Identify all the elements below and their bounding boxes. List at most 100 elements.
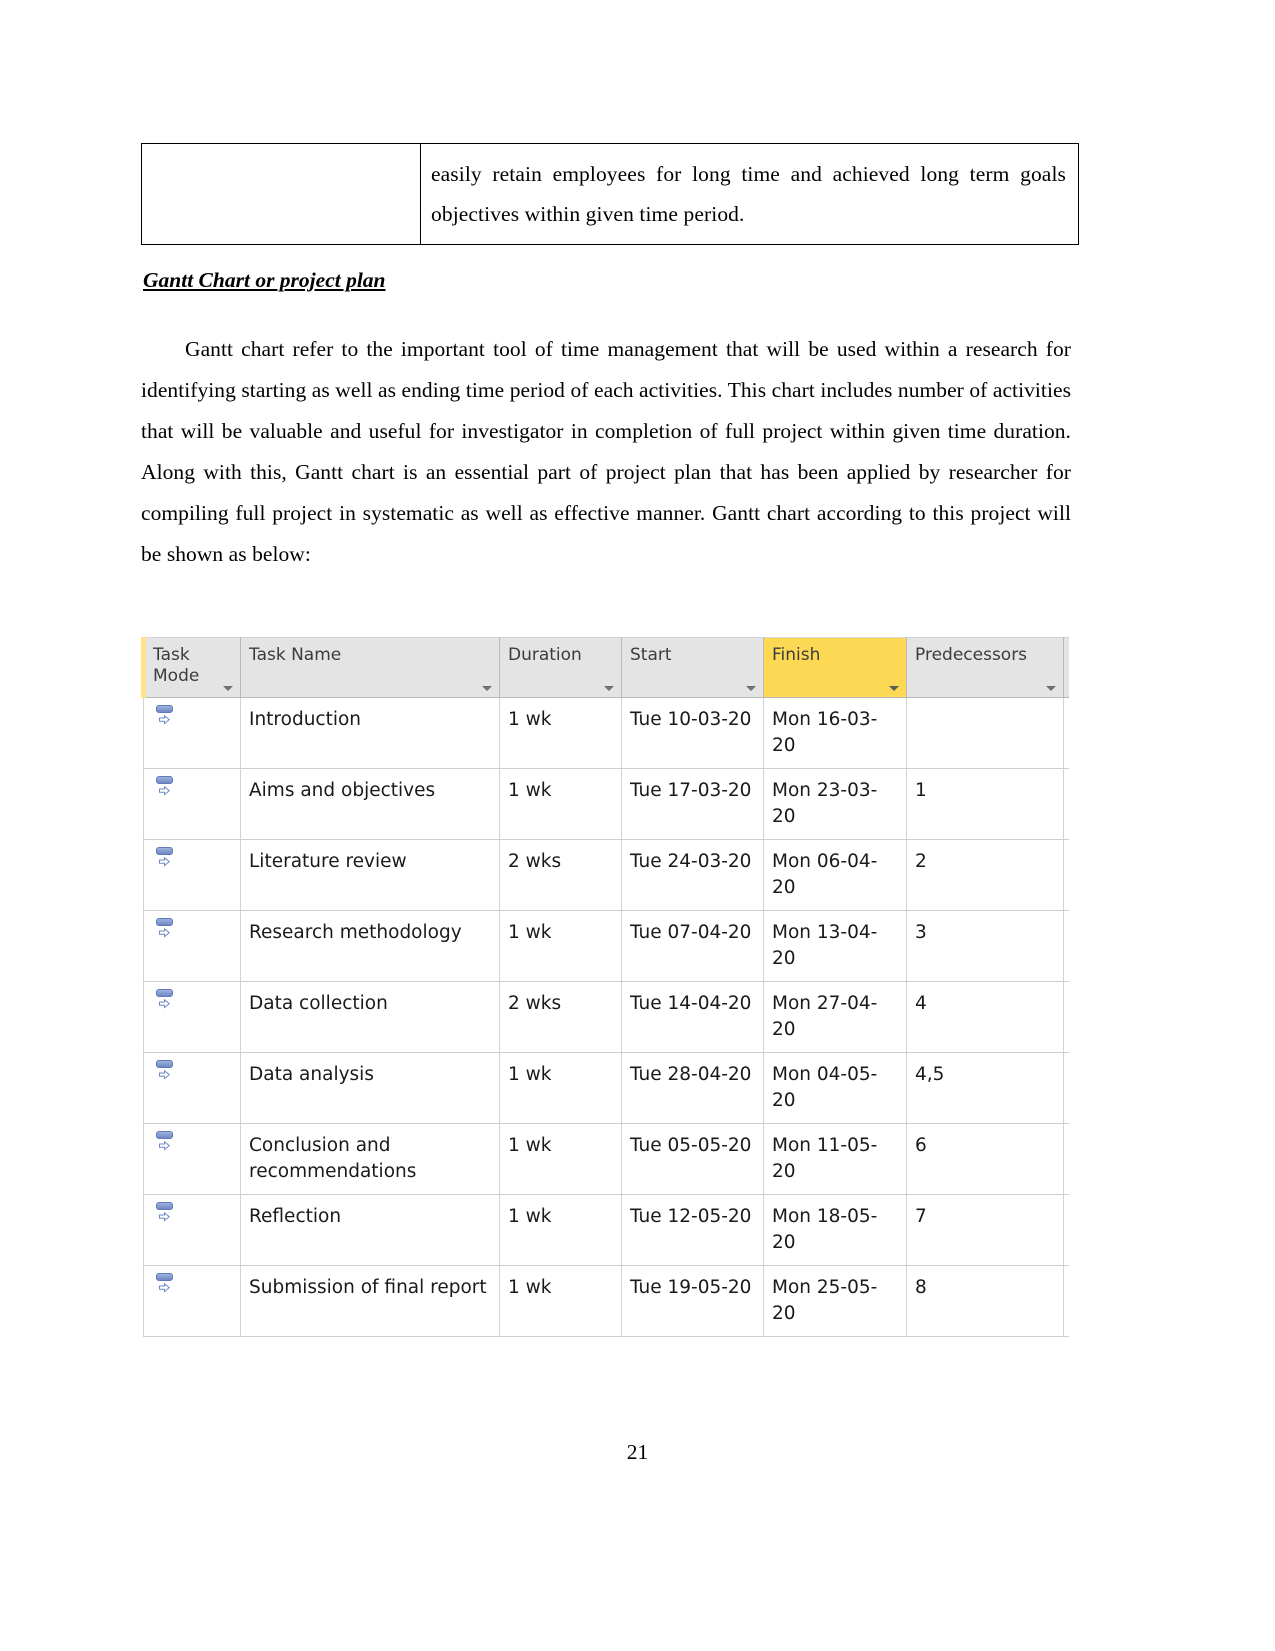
table-row[interactable]: Data analysis 1 wk Tue 28-04-20 Mon 04-05-2… (143, 1052, 1069, 1124)
cell-start[interactable]: Tue 14-04-20 (621, 981, 764, 1053)
cell-task-mode[interactable] (143, 1265, 241, 1337)
cell-clipped (1063, 1123, 1069, 1195)
cell-task-name[interactable]: Aims and objectives (240, 768, 500, 840)
column-header-task-name[interactable]: Task Name (240, 637, 500, 698)
cell-predecessors[interactable] (906, 697, 1064, 769)
auto-scheduled-icon (156, 1060, 178, 1084)
cell-task-name[interactable]: Data collection (240, 981, 500, 1053)
cell-start[interactable]: Tue 19-05-20 (621, 1265, 764, 1337)
cell-start[interactable]: Tue 24-03-20 (621, 839, 764, 911)
table-row[interactable]: Conclusion and recommendations 1 wk Tue 05… (143, 1123, 1069, 1195)
cell-finish[interactable]: Mon 18-05-20 (763, 1194, 907, 1266)
section-heading: Gantt Chart or project plan (143, 268, 386, 292)
cell-start[interactable]: Tue 28-04-20 (621, 1052, 764, 1124)
cell-task-mode[interactable] (143, 768, 241, 840)
body-paragraph: Gantt chart refer to the important tool … (141, 336, 1071, 566)
cell-start[interactable]: Tue 07-04-20 (621, 910, 764, 982)
cell-finish[interactable]: Mon 23-03-20 (763, 768, 907, 840)
column-header-task-name-label: Task Name (249, 645, 342, 665)
page-number: 21 (626, 1440, 649, 1464)
cell-duration[interactable]: 1 wk (499, 1194, 622, 1266)
column-header-start[interactable]: Start (621, 637, 764, 698)
auto-scheduled-icon (156, 1273, 178, 1297)
filter-dropdown-icon[interactable] (746, 686, 756, 691)
column-header-duration-label: Duration (508, 645, 582, 665)
cell-task-mode[interactable] (143, 1194, 241, 1266)
document-page: easily retain employees for long time an… (0, 0, 1275, 1651)
cell-duration[interactable]: 1 wk (499, 1265, 622, 1337)
cell-duration[interactable]: 1 wk (499, 768, 622, 840)
cell-clipped (1063, 839, 1069, 911)
table-row[interactable]: Research methodology 1 wk Tue 07-04-20 Mon … (143, 910, 1069, 982)
filter-dropdown-icon[interactable] (889, 686, 899, 691)
auto-scheduled-icon (156, 705, 178, 729)
cell-clipped (1063, 981, 1069, 1053)
cell-duration[interactable]: 1 wk (499, 697, 622, 769)
auto-scheduled-icon (156, 1131, 178, 1155)
cell-finish[interactable]: Mon 04-05-20 (763, 1052, 907, 1124)
column-header-task-mode-label: Task Mode (153, 645, 200, 686)
continued-table-left-cell (141, 143, 421, 245)
cell-predecessors[interactable]: 6 (906, 1123, 1064, 1195)
column-header-predecessors-label: Predecessors (915, 645, 1028, 665)
cell-task-mode[interactable] (143, 910, 241, 982)
cell-start[interactable]: Tue 10-03-20 (621, 697, 764, 769)
cell-duration[interactable]: 2 wks (499, 981, 622, 1053)
auto-scheduled-icon (156, 989, 178, 1013)
cell-task-name[interactable]: Literature review (240, 839, 500, 911)
cell-finish[interactable]: Mon 16-03-20 (763, 697, 907, 769)
filter-dropdown-icon[interactable] (604, 686, 614, 691)
cell-duration[interactable]: 1 wk (499, 1123, 622, 1195)
table-row[interactable]: Submission of final report 1 wk Tue 19-05-… (143, 1265, 1069, 1337)
cell-task-name[interactable]: Reflection (240, 1194, 500, 1266)
cell-start[interactable]: Tue 12-05-20 (621, 1194, 764, 1266)
cell-task-mode[interactable] (143, 697, 241, 769)
header-row: Task Mode Task Name Duration Start Finis… (141, 637, 1069, 698)
column-header-duration[interactable]: Duration (499, 637, 622, 698)
cell-task-name[interactable]: Submission of final report (240, 1265, 500, 1337)
cell-task-name[interactable]: Data analysis (240, 1052, 500, 1124)
cell-predecessors[interactable]: 3 (906, 910, 1064, 982)
cell-predecessors[interactable]: 4 (906, 981, 1064, 1053)
cell-finish[interactable]: Mon 25-05-20 (763, 1265, 907, 1337)
cell-task-name[interactable]: Research methodology (240, 910, 500, 982)
cell-duration[interactable]: 1 wk (499, 910, 622, 982)
cell-predecessors[interactable]: 2 (906, 839, 1064, 911)
table-row[interactable]: Aims and objectives 1 wk Tue 17-03-20 Mon 2… (143, 768, 1069, 840)
cell-start[interactable]: Tue 17-03-20 (621, 768, 764, 840)
cell-predecessors[interactable]: 7 (906, 1194, 1064, 1266)
project-task-table: Task Mode Task Name Duration Start Finis… (141, 637, 1069, 1337)
filter-dropdown-icon[interactable] (482, 686, 492, 691)
cell-predecessors[interactable]: 4,5 (906, 1052, 1064, 1124)
cell-start[interactable]: Tue 05-05-20 (621, 1123, 764, 1195)
column-header-task-mode[interactable]: Task Mode (141, 637, 241, 698)
auto-scheduled-icon (156, 847, 178, 871)
cell-finish[interactable]: Mon 13-04-20 (763, 910, 907, 982)
cell-task-name[interactable]: Conclusion and recommendations (240, 1123, 500, 1195)
column-header-predecessors[interactable]: Predecessors (906, 637, 1064, 698)
filter-dropdown-icon[interactable] (223, 686, 233, 691)
table-row[interactable]: Data collection 2 wks Tue 14-04-20 Mon 27-0… (143, 981, 1069, 1053)
cell-clipped (1063, 910, 1069, 982)
cell-finish[interactable]: Mon 06-04-20 (763, 839, 907, 911)
table-row[interactable]: Literature review 2 wks Tue 24-03-20 Mon 06… (143, 839, 1069, 911)
cell-duration[interactable]: 2 wks (499, 839, 622, 911)
filter-dropdown-icon[interactable] (1046, 686, 1056, 691)
cell-finish[interactable]: Mon 27-04-20 (763, 981, 907, 1053)
cell-task-mode[interactable] (143, 1052, 241, 1124)
table-row[interactable]: Reflection 1 wk Tue 12-05-20 Mon 18-05-20 7 (143, 1194, 1069, 1266)
cell-task-mode[interactable] (143, 839, 241, 911)
cell-task-name[interactable]: Introduction (240, 697, 500, 769)
cell-clipped (1063, 1194, 1069, 1266)
cell-predecessors[interactable]: 1 (906, 768, 1064, 840)
cell-finish[interactable]: Mon 11-05-20 (763, 1123, 907, 1195)
table-row[interactable]: Introduction 1 wk Tue 10-03-20 Mon 16-03-20 (143, 697, 1069, 769)
column-header-start-label: Start (630, 645, 672, 665)
cell-task-mode[interactable] (143, 1123, 241, 1195)
cell-duration[interactable]: 1 wk (499, 1052, 622, 1124)
column-header-finish[interactable]: Finish (763, 637, 907, 698)
auto-scheduled-icon (156, 918, 178, 942)
cell-predecessors[interactable]: 8 (906, 1265, 1064, 1337)
auto-scheduled-icon (156, 1202, 178, 1226)
cell-task-mode[interactable] (143, 981, 241, 1053)
